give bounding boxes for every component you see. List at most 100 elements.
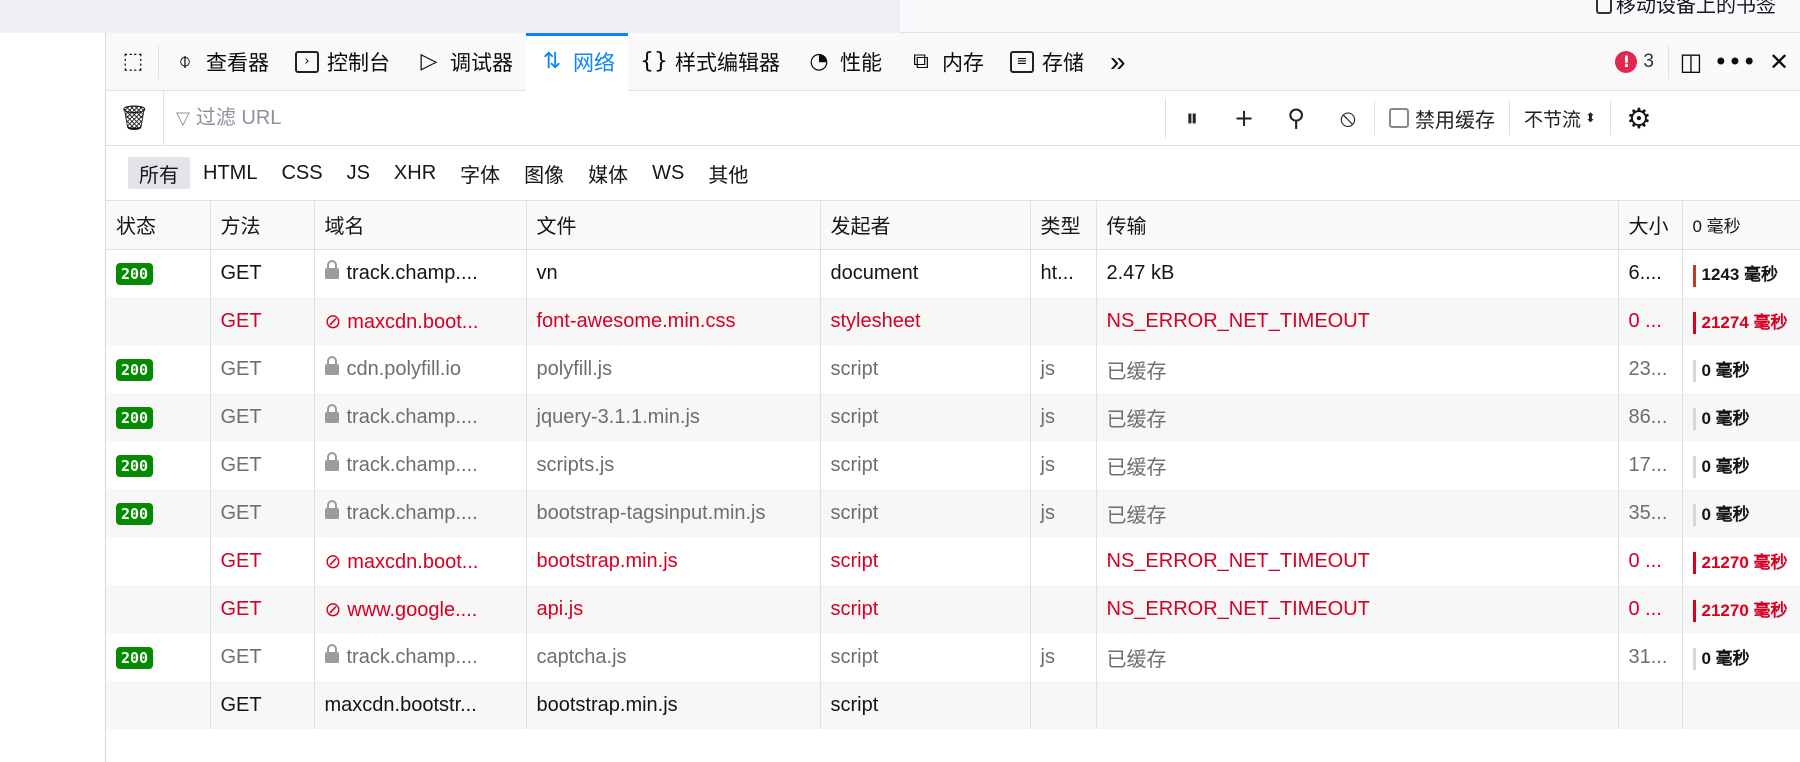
tab-console[interactable]: › 控制台 [282, 33, 403, 91]
waterfall-time: 0 毫秒 [1701, 456, 1750, 476]
table-row[interactable]: GET ⊘ maxcdn.boot... font-awesome.min.css st… [106, 297, 1800, 345]
error-count-value: 3 [1643, 50, 1654, 72]
domain-text: track.champ.... [346, 261, 478, 284]
cell-type: ht... [1030, 249, 1097, 297]
status-badge: 200 [116, 454, 154, 477]
column-header-waterfall[interactable]: 0 毫秒 [1682, 201, 1800, 250]
status-badge: 200 [116, 406, 154, 429]
disable-cache-checkbox[interactable] [1389, 108, 1409, 128]
cell-size: 17... [1618, 441, 1683, 489]
cell-method: GET [210, 537, 315, 585]
type-filter-js[interactable]: JS [336, 157, 381, 189]
request-rows: 200 GET track.champ.... vn document ht... 2.47… [106, 249, 1800, 729]
cell-initiator: script [820, 681, 1031, 729]
network-settings-button[interactable]: ⚙ [1611, 91, 1667, 146]
waterfall-bar [1692, 408, 1696, 431]
table-row[interactable]: 200 GET track.champ.... scripts.js script js 已… [106, 441, 1800, 489]
cell-size: 86... [1618, 393, 1683, 441]
column-header-domain[interactable]: 域名 [314, 201, 527, 250]
type-filter-css[interactable]: CSS [270, 157, 333, 189]
type-filter-other[interactable]: 其他 [697, 157, 759, 189]
cell-type: js [1030, 441, 1097, 489]
cell-waterfall: 1243 毫秒 [1682, 249, 1800, 297]
dock-side-button[interactable]: ◫ [1669, 40, 1713, 84]
cell-method: GET [210, 489, 315, 537]
tab-storage-label: 存储 [1042, 51, 1084, 75]
table-row[interactable]: 200 GET track.champ.... captcha.js script js 已… [106, 633, 1800, 681]
type-filter-images[interactable]: 图像 [513, 157, 575, 189]
cell-file: bootstrap.min.js [526, 681, 821, 729]
type-filter-media[interactable]: 媒体 [577, 157, 639, 189]
search-icon: ⚲ [1287, 104, 1305, 132]
tab-style-editor-label: 样式编辑器 [675, 51, 780, 75]
cell-type [1030, 681, 1097, 729]
domain-text: track.champ.... [346, 645, 478, 668]
column-header-status[interactable]: 状态 [106, 201, 211, 250]
add-filter-button[interactable]: + [1218, 91, 1270, 146]
tab-debugger[interactable]: ▷ 调试器 [403, 33, 526, 91]
column-header-transfer[interactable]: 传输 [1096, 201, 1619, 250]
tab-inspector[interactable]: ⌽ 查看器 [159, 33, 282, 91]
tab-performance[interactable]: ◔ 性能 [793, 33, 895, 91]
element-picker-button[interactable]: ⬚ [106, 44, 159, 79]
column-header-method[interactable]: 方法 [210, 201, 315, 250]
devtools-panel: ⬚ ⌽ 查看器 › 控制台 ▷ 调试器 ⇅ 网络 {} 样式编辑器 ◔ 性能 ⧉… [105, 32, 1800, 762]
throttle-select[interactable]: 不节流 ⬍ [1510, 105, 1610, 132]
disable-cache-toggle[interactable]: 禁用缓存 [1375, 104, 1509, 133]
domain-text: maxcdn.bootstr... [324, 693, 477, 716]
table-row[interactable]: GET maxcdn.bootstr... bootstrap.min.js scri… [106, 681, 1800, 729]
status-badge: 200 [116, 262, 154, 285]
column-header-size[interactable]: 大小 [1618, 201, 1683, 250]
type-filter-all[interactable]: 所有 [128, 157, 190, 189]
table-row[interactable]: 200 GET cdn.polyfill.io polyfill.js script js… [106, 345, 1800, 393]
table-row[interactable]: GET ⊘ www.google.... api.js script NS_ERROR_N… [106, 585, 1800, 633]
network-toolbar: 🗑 ▽ ⏸ + ⚲ ⦸ 禁用缓存 不节流 ⬍ ⚙ [106, 90, 1800, 146]
tab-memory[interactable]: ⧉ 内存 [895, 33, 997, 91]
table-row[interactable]: 200 GET track.champ.... bootstrap-tagsinput… [106, 489, 1800, 537]
request-table: 状态 方法 域名 文件 发起者 类型 传输 大小 0 毫秒 200 GET trac… [106, 201, 1800, 729]
waterfall-bar [1692, 600, 1696, 623]
mobile-bookmarks-folder[interactable]: 移动设备上的书签 [1596, 0, 1776, 17]
type-filter-html[interactable]: HTML [192, 157, 268, 189]
cell-waterfall: 0 毫秒 [1682, 441, 1800, 489]
domain-text: cdn.polyfill.io [346, 357, 462, 380]
tab-storage[interactable]: ≡ 存储 [997, 33, 1097, 91]
close-devtools-button[interactable]: ✕ [1757, 40, 1800, 84]
more-tabs-button[interactable]: » [1097, 33, 1139, 91]
column-header-initiator[interactable]: 发起者 [820, 201, 1031, 250]
tab-network[interactable]: ⇅ 网络 [526, 32, 628, 91]
tab-style-editor[interactable]: {} 样式编辑器 [628, 33, 793, 91]
cell-size: 0 ... [1618, 585, 1683, 633]
table-row[interactable]: 200 GET track.champ.... jquery-3.1.1.min.js… [106, 393, 1800, 441]
tab-console-label: 控制台 [327, 51, 390, 75]
pause-button[interactable]: ⏸ [1166, 91, 1218, 146]
cell-waterfall: 0 毫秒 [1682, 633, 1800, 681]
table-row[interactable]: 200 GET track.champ.... vn document ht... 2.47… [106, 249, 1800, 297]
cell-type [1030, 537, 1097, 585]
column-header-file[interactable]: 文件 [526, 201, 821, 250]
type-filter-ws[interactable]: WS [641, 157, 695, 189]
type-filter-xhr[interactable]: XHR [383, 157, 447, 189]
cell-size: 35... [1618, 489, 1683, 537]
domain-text: track.champ.... [346, 405, 478, 428]
more-options-button[interactable]: ••• [1713, 40, 1757, 84]
search-button[interactable]: ⚲ [1270, 91, 1322, 146]
type-filter-fonts[interactable]: 字体 [449, 157, 511, 189]
block-icon: ⦸ [1340, 104, 1356, 132]
clear-requests-button[interactable]: 🗑 [106, 90, 164, 146]
cell-method: GET [210, 249, 315, 297]
filter-url-field[interactable]: ▽ [164, 98, 1166, 138]
cell-waterfall: 0 毫秒 [1682, 393, 1800, 441]
table-row[interactable]: GET ⊘ maxcdn.boot... bootstrap.min.js script… [106, 537, 1800, 585]
tabbar-right-tools: ! 3 ◫ ••• ✕ [1601, 33, 1800, 91]
error-count-button[interactable]: ! 3 [1601, 44, 1669, 79]
column-header-type[interactable]: 类型 [1030, 201, 1097, 250]
inspector-icon: ⌽ [178, 49, 192, 74]
error-icon: ! [1615, 50, 1638, 73]
cell-method: GET [210, 393, 315, 441]
cell-file: polyfill.js [526, 345, 821, 393]
block-button[interactable]: ⦸ [1322, 91, 1374, 146]
filter-url-input[interactable] [195, 106, 1096, 130]
devtools-tabbar: ⬚ ⌽ 查看器 › 控制台 ▷ 调试器 ⇅ 网络 {} 样式编辑器 ◔ 性能 ⧉… [106, 32, 1800, 91]
updown-icon: ⬍ [1585, 110, 1596, 126]
